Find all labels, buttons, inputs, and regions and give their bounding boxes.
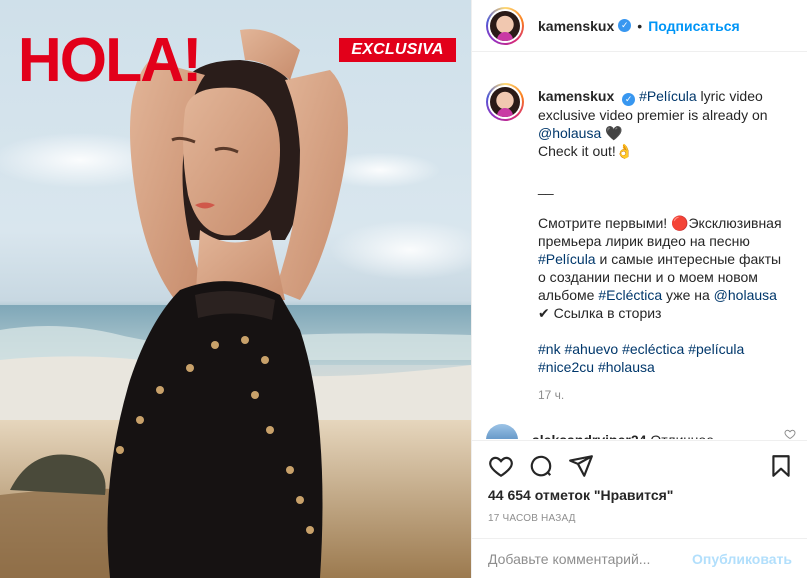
mention-link[interactable]: @holausa	[538, 125, 601, 141]
caption-line: Check it out!👌	[538, 143, 634, 159]
add-comment-bar: Опубликовать	[472, 538, 807, 578]
comment-text: Отличное	[650, 431, 714, 439]
post-timestamp[interactable]: 17 ЧАСОВ НАЗАД	[488, 513, 576, 524]
caption-text-segment: 🖤	[601, 125, 623, 141]
mention-link[interactable]: @holausa	[714, 287, 777, 303]
post-photo[interactable]: HOLA! EXCLUSIVA	[0, 0, 471, 578]
hashtag-link[interactable]: #Película	[538, 251, 596, 267]
post-header: kamenskux ✓ • Подписаться	[472, 0, 807, 52]
hashtag-link[interactable]: #holausa	[598, 359, 655, 375]
avatar-image	[490, 87, 520, 117]
caption-text: kamenskux ✓ #Película lyric video exclus…	[538, 83, 788, 404]
verified-icon: ✓	[622, 93, 636, 106]
heart-icon[interactable]	[784, 428, 796, 439]
comments-section[interactable]: kamenskux ✓ #Película lyric video exclus…	[472, 53, 807, 439]
story-avatar[interactable]	[486, 6, 524, 45]
caption-comment: kamenskux ✓ #Película lyric video exclus…	[486, 83, 796, 404]
header-username[interactable]: kamenskux	[538, 18, 614, 34]
hashtag-link[interactable]: #ecléctica	[622, 341, 684, 357]
avatar-image	[490, 10, 520, 41]
hashtag-link[interactable]: #Película	[639, 88, 697, 104]
caption-line: ✔ Ссылка в сториз	[538, 305, 662, 321]
comment-icon[interactable]	[528, 453, 554, 479]
header-separator: •	[637, 17, 643, 34]
publish-button[interactable]: Опубликовать	[692, 551, 792, 567]
comment-input[interactable]	[488, 550, 685, 567]
comment-username[interactable]: aleksandrviper24	[532, 431, 646, 439]
hashtag-link[interactable]: #nice2cu	[538, 359, 594, 375]
action-bar	[472, 440, 807, 490]
bookmark-icon[interactable]	[768, 453, 794, 479]
hashtag-link[interactable]: #nk	[538, 341, 561, 357]
hola-logo: HOLA!	[17, 26, 203, 95]
caption-text-segment: уже на	[662, 287, 714, 303]
verified-icon: ✓	[618, 19, 632, 32]
caption-avatar[interactable]	[486, 83, 524, 121]
comment-item: aleksandrviper24 Отличное	[486, 424, 796, 439]
commenter-avatar[interactable]	[486, 424, 518, 439]
paper-plane-icon[interactable]	[568, 453, 594, 479]
follow-button[interactable]: Подписаться	[648, 18, 740, 34]
caption-divider: __	[538, 179, 554, 195]
hashtag-link[interactable]: #película	[688, 341, 744, 357]
caption-username[interactable]: kamenskux	[538, 88, 614, 104]
hashtag-list: #nk #ahuevo #ecléctica #película #nice2c…	[538, 340, 788, 376]
caption-timestamp: 17 ч.	[538, 388, 565, 402]
heart-icon[interactable]	[488, 453, 514, 479]
likes-count[interactable]: 44 654 отметок "Нравится"	[488, 487, 673, 503]
exclusive-badge: EXCLUSIVA	[339, 38, 456, 62]
hashtag-link[interactable]: #Ecléctica	[598, 287, 662, 303]
caption-text-segment: Смотрите первыми! 🔴Эксклюзивная премьера…	[538, 215, 782, 249]
post-side-panel: kamenskux ✓ • Подписаться kamenskux ✓ #P…	[471, 0, 807, 578]
hashtag-link[interactable]: #ahuevo	[564, 341, 618, 357]
